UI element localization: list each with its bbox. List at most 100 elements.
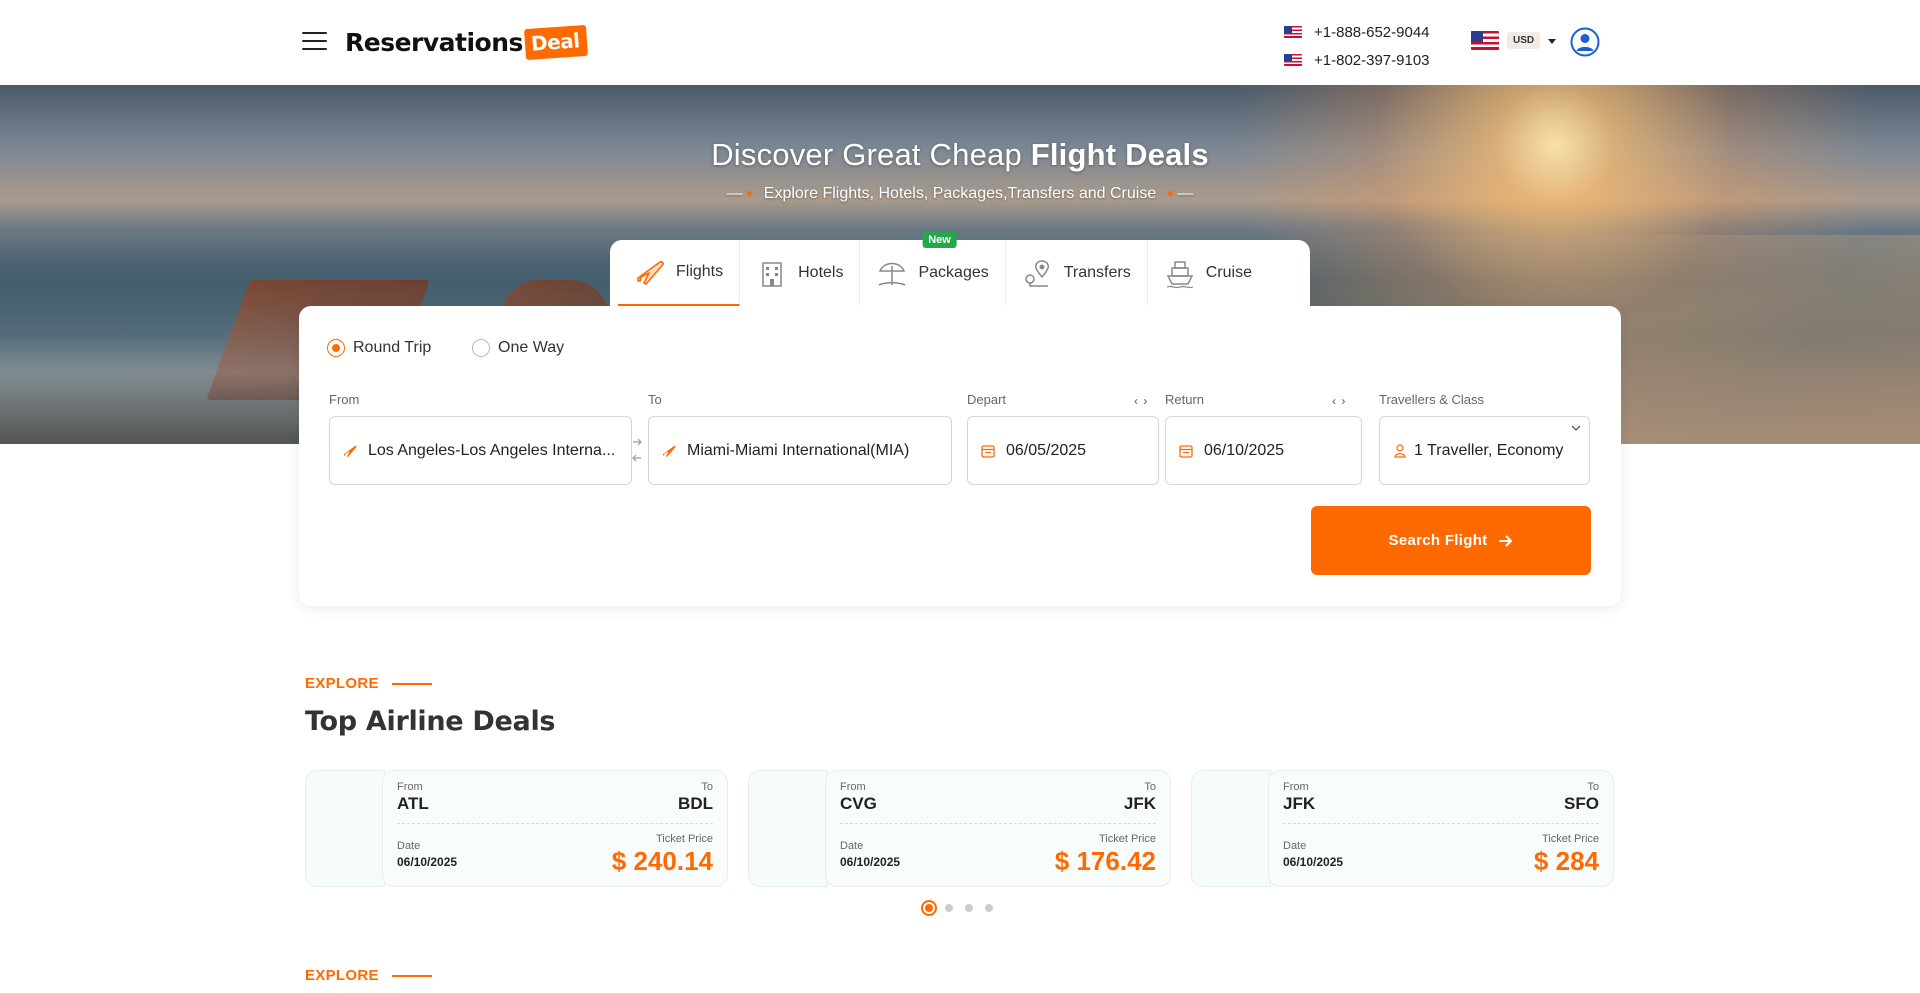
deal-card-body: From To JFK SFO Date Ticket Price 06/10/…: [1268, 770, 1614, 887]
site-logo[interactable]: Reservations Deal: [345, 22, 588, 62]
to-airport-input[interactable]: Miami-Miami International(MIA): [648, 416, 952, 485]
carousel-dot[interactable]: [945, 904, 953, 912]
currency-code: USD: [1507, 32, 1541, 49]
to-label: To: [1587, 781, 1599, 793]
logo-text: Reservations: [345, 27, 523, 57]
from-airport-input[interactable]: Los Angeles-Los Angeles Interna...: [329, 416, 632, 485]
deal-date: 06/10/2025: [840, 855, 901, 869]
origin-code: ATL: [397, 794, 429, 813]
return-label: Return: [1165, 392, 1205, 407]
phone-number: +1-802-397-9103: [1314, 51, 1430, 69]
tab-hotels[interactable]: Hotels: [740, 240, 861, 306]
deal-date: 06/10/2025: [1283, 855, 1344, 869]
deal-price: $ 176.42: [1054, 846, 1156, 876]
tab-label: Flights: [676, 263, 724, 280]
destination-code: SFO: [1564, 794, 1599, 813]
hero-title: Discover Great Cheap Flight Deals: [711, 137, 1209, 172]
eyebrow-line: [391, 682, 432, 685]
section-eyebrow: EXPLORE: [305, 675, 432, 692]
beach-umbrella-icon: [879, 262, 906, 286]
deal-card-body: From To ATL BDL Date Ticket Price 06/10/…: [382, 770, 728, 887]
from-label: From: [1283, 781, 1309, 793]
return-date-input[interactable]: 06/10/2025: [1165, 416, 1362, 485]
to-label: To: [1144, 781, 1156, 793]
deal-card[interactable]: From To CVG JFK Date Ticket Price 06/10/…: [748, 770, 1171, 887]
deal-card-body: From To CVG JFK Date Ticket Price 06/10/…: [825, 770, 1171, 887]
destination-code: JFK: [1123, 794, 1156, 813]
from-label: From: [840, 781, 866, 793]
from-label: From: [397, 781, 423, 793]
divider: [1283, 823, 1599, 824]
chevron-down-icon: [1571, 425, 1581, 431]
return-date-arrows[interactable]: ‹ ›: [1332, 394, 1346, 408]
caret-down-icon: [1548, 39, 1557, 44]
hero-subtitle: — Explore Flights, Hotels, Packages,Trans…: [726, 185, 1194, 202]
currency-selector[interactable]: USD: [1471, 31, 1557, 50]
new-badge: New: [922, 232, 957, 248]
hotel-icon: [762, 262, 782, 287]
menu-icon[interactable]: [302, 30, 327, 50]
phone-line-1[interactable]: +1-888-652-9044: [1284, 18, 1430, 46]
destination-code: BDL: [678, 794, 713, 813]
price-label: Ticket Price: [655, 833, 713, 845]
person-icon: [1394, 443, 1406, 458]
tab-label: Cruise: [1205, 264, 1252, 281]
carousel-dot[interactable]: [965, 904, 973, 912]
eyebrow-line: [391, 974, 432, 977]
deal-price: $ 240.14: [611, 846, 713, 876]
us-flag-icon: [1284, 54, 1302, 66]
radio-selected-icon: [327, 339, 345, 357]
deal-card[interactable]: From To JFK SFO Date Ticket Price 06/10/…: [1191, 770, 1614, 887]
section-title: Top Airline Deals: [305, 706, 556, 737]
travellers-class-select[interactable]: 1 Traveller, Economy: [1379, 416, 1590, 485]
travellers-label: Travellers & Class: [1379, 392, 1484, 407]
deal-date: 06/10/2025: [397, 855, 458, 869]
phone-numbers: +1-888-652-9044 +1-802-397-9103: [1284, 18, 1430, 74]
carousel-dot[interactable]: [921, 900, 937, 916]
depart-date-input[interactable]: 06/05/2025: [967, 416, 1159, 485]
tab-packages[interactable]: New Packages: [860, 232, 1006, 306]
from-label: From: [329, 392, 360, 407]
radio-label: One Way: [498, 339, 565, 356]
return-date-value: 06/10/2025: [1204, 441, 1285, 459]
plane-icon: [637, 260, 664, 285]
eyebrow-text: EXPLORE: [305, 967, 379, 984]
phone-number: +1-888-652-9044: [1314, 23, 1430, 41]
deal-card-stub: [305, 770, 385, 887]
tab-flights[interactable]: Flights: [618, 240, 741, 306]
flight-search-form: Round Trip One Way From To Depart Return…: [299, 306, 1621, 606]
button-label: Search Flight: [1388, 532, 1488, 549]
user-account-icon[interactable]: [1570, 27, 1600, 57]
price-label: Ticket Price: [1098, 833, 1156, 845]
depart-date-value: 06/05/2025: [1006, 441, 1087, 459]
to-airport-value: Miami-Miami International(MIA): [687, 441, 910, 459]
ship-icon: [1166, 261, 1193, 289]
calendar-icon: [1179, 444, 1193, 458]
deal-card-stub: [1191, 770, 1271, 887]
deal-card[interactable]: From To ATL BDL Date Ticket Price 06/10/…: [305, 770, 728, 887]
depart-date-arrows[interactable]: ‹ ›: [1134, 394, 1148, 408]
plane-icon: [663, 445, 676, 457]
booking-tabs: Flights Hotels New Packages Transfers Cr…: [610, 232, 1310, 306]
logo-badge: Deal: [523, 24, 588, 60]
to-label: To: [701, 781, 713, 793]
divider: [840, 823, 1156, 824]
price-label: Ticket Price: [1541, 833, 1599, 845]
divider: [397, 823, 713, 824]
search-flight-button[interactable]: Search Flight: [1311, 506, 1591, 575]
from-airport-value: Los Angeles-Los Angeles Interna...: [368, 441, 616, 459]
radio-empty-icon: [472, 339, 490, 357]
swap-icon[interactable]: [631, 434, 643, 466]
date-label: Date: [1283, 840, 1307, 852]
tab-transfers[interactable]: Transfers: [1006, 240, 1148, 306]
plane-icon: [344, 445, 357, 457]
to-label: To: [648, 392, 662, 407]
tab-label: Packages: [918, 264, 989, 281]
round-trip-radio[interactable]: Round Trip: [327, 339, 431, 357]
tab-cruise[interactable]: Cruise: [1148, 240, 1268, 306]
phone-line-2[interactable]: +1-802-397-9103: [1284, 46, 1430, 74]
carousel-dot[interactable]: [985, 904, 993, 912]
tab-label: Hotels: [798, 264, 844, 281]
one-way-radio[interactable]: One Way: [472, 339, 564, 357]
depart-label: Depart: [967, 392, 1007, 407]
